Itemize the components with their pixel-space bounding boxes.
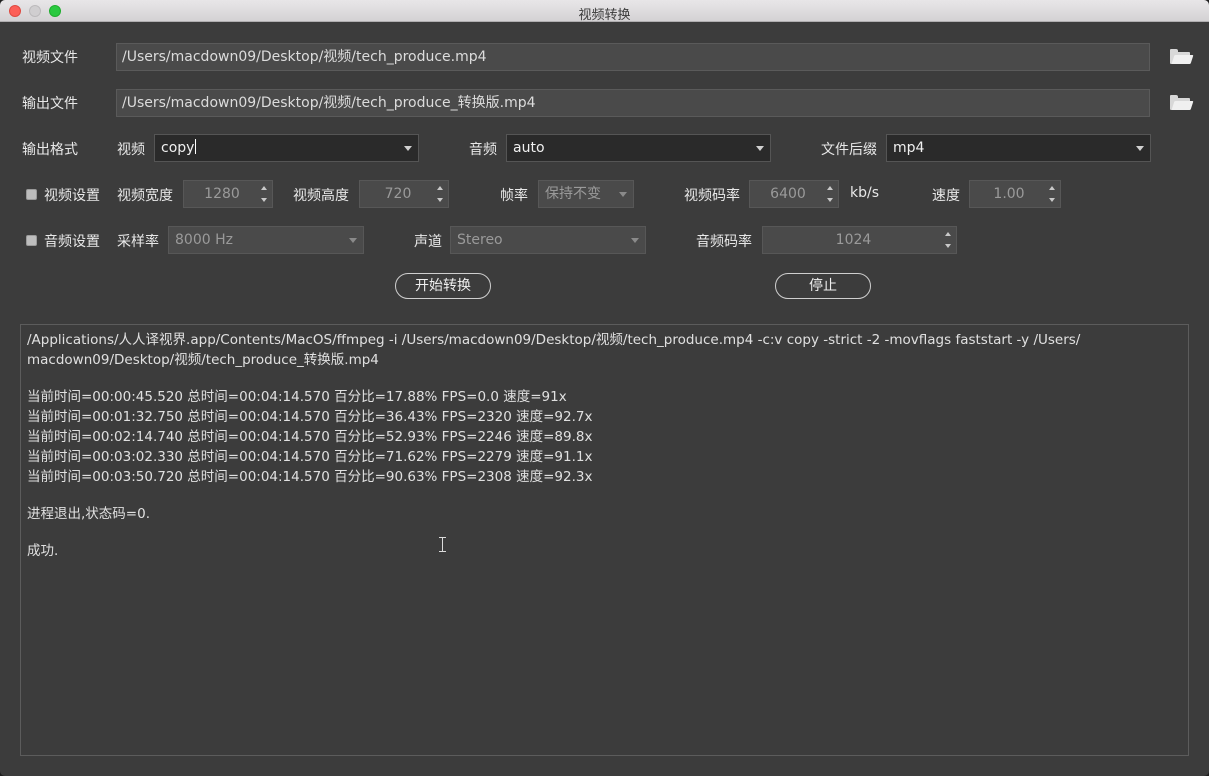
file-suffix-label: 文件后缀 <box>821 142 877 158</box>
audio-channel-combo[interactable]: Stereo <box>450 226 646 254</box>
frame-rate-value: 保持不变 <box>545 186 601 202</box>
chevron-down-icon <box>619 192 627 197</box>
log-progress-line: 当前时间=00:03:50.720 总时间=00:04:14.570 百分比=9… <box>27 469 593 485</box>
file-suffix-combo[interactable]: mp4 <box>886 134 1151 162</box>
input-file-label: 视频文件 <box>22 50 78 66</box>
audio-codec-label: 音频 <box>469 142 497 158</box>
video-bitrate-value: 6400 <box>770 186 806 202</box>
text-caret <box>195 139 197 154</box>
input-file-field[interactable]: /Users/macdown09/Desktop/视频/tech_produce… <box>116 43 1150 71</box>
sample-rate-combo[interactable]: 8000 Hz <box>168 226 364 254</box>
audio-settings-checkbox[interactable] <box>26 235 37 246</box>
video-bitrate-label: 视频码率 <box>684 188 740 204</box>
app-window: 视频转换 视频文件 /Users/macdown09/Desktop/视频/te… <box>0 0 1209 776</box>
video-height-value: 720 <box>384 186 412 202</box>
chevron-down-icon <box>631 238 639 243</box>
video-bitrate-stepper[interactable]: 6400 <box>749 180 839 208</box>
stepper-arrows-icon[interactable] <box>827 186 835 202</box>
chevron-down-icon <box>404 146 412 151</box>
speed-stepper[interactable]: 1.00 <box>969 180 1061 208</box>
stepper-arrows-icon[interactable] <box>437 186 445 202</box>
frame-rate-label: 帧率 <box>500 188 528 204</box>
open-folder-icon[interactable] <box>1170 95 1194 111</box>
speed-label: 速度 <box>932 188 960 204</box>
chevron-down-icon <box>756 146 764 151</box>
audio-channel-label: 声道 <box>414 234 442 250</box>
log-progress-line: 当前时间=00:01:32.750 总时间=00:04:14.570 百分比=3… <box>27 409 593 425</box>
video-width-label: 视频宽度 <box>117 188 173 204</box>
start-convert-button[interactable]: 开始转换 <box>395 273 491 299</box>
log-command-line: macdown09/Desktop/视频/tech_produce_转换版.mp… <box>27 352 379 368</box>
log-progress-line: 当前时间=00:02:14.740 总时间=00:04:14.570 百分比=5… <box>27 429 593 445</box>
speed-value: 1.00 <box>993 186 1025 202</box>
log-progress-line: 当前时间=00:00:45.520 总时间=00:04:14.570 百分比=1… <box>27 389 567 405</box>
audio-bitrate-value: 1024 <box>835 232 872 248</box>
sample-rate-value: 8000 Hz <box>175 232 233 248</box>
window-title: 视频转换 <box>578 8 631 23</box>
output-file-field[interactable]: /Users/macdown09/Desktop/视频/tech_produce… <box>116 89 1150 117</box>
video-width-stepper[interactable]: 1280 <box>183 180 273 208</box>
video-settings-label: 视频设置 <box>44 188 100 204</box>
log-output-area[interactable]: /Applications/人人译视界.app/Contents/MacOS/f… <box>20 324 1189 756</box>
video-settings-checkbox[interactable] <box>26 189 37 200</box>
open-folder-icon[interactable] <box>1170 49 1194 65</box>
audio-channel-value: Stereo <box>457 232 503 248</box>
output-format-label: 输出格式 <box>22 142 78 158</box>
stepper-arrows-icon[interactable] <box>945 232 953 248</box>
sample-rate-label: 采样率 <box>117 234 159 250</box>
video-codec-combo[interactable]: copy <box>154 134 419 162</box>
log-command-line: /Applications/人人译视界.app/Contents/MacOS/f… <box>27 332 1081 348</box>
log-success-line: 成功. <box>27 543 59 559</box>
title-bar: 视频转换 <box>0 0 1209 23</box>
audio-bitrate-stepper[interactable]: 1024 <box>762 226 957 254</box>
chevron-down-icon <box>1136 146 1144 151</box>
stop-button[interactable]: 停止 <box>775 273 871 299</box>
video-height-label: 视频高度 <box>293 188 349 204</box>
frame-rate-combo[interactable]: 保持不变 <box>538 180 634 208</box>
audio-codec-value: auto <box>513 140 545 156</box>
video-codec-label: 视频 <box>117 142 145 158</box>
video-bitrate-unit: kb/s <box>850 185 880 201</box>
video-codec-value: copy <box>161 140 195 156</box>
audio-bitrate-label: 音频码率 <box>696 234 752 250</box>
log-exit-line: 进程退出,状态码=0. <box>27 506 150 522</box>
video-width-value: 1280 <box>204 186 240 202</box>
audio-codec-combo[interactable]: auto <box>506 134 771 162</box>
video-height-stepper[interactable]: 720 <box>359 180 449 208</box>
log-progress-line: 当前时间=00:03:02.330 总时间=00:04:14.570 百分比=7… <box>27 449 593 465</box>
chevron-down-icon <box>349 238 357 243</box>
output-file-label: 输出文件 <box>22 96 78 112</box>
stepper-arrows-icon[interactable] <box>1049 186 1057 202</box>
audio-settings-label: 音频设置 <box>44 234 100 250</box>
text-cursor-icon <box>438 537 447 552</box>
file-suffix-value: mp4 <box>893 140 925 156</box>
stepper-arrows-icon[interactable] <box>261 186 269 202</box>
